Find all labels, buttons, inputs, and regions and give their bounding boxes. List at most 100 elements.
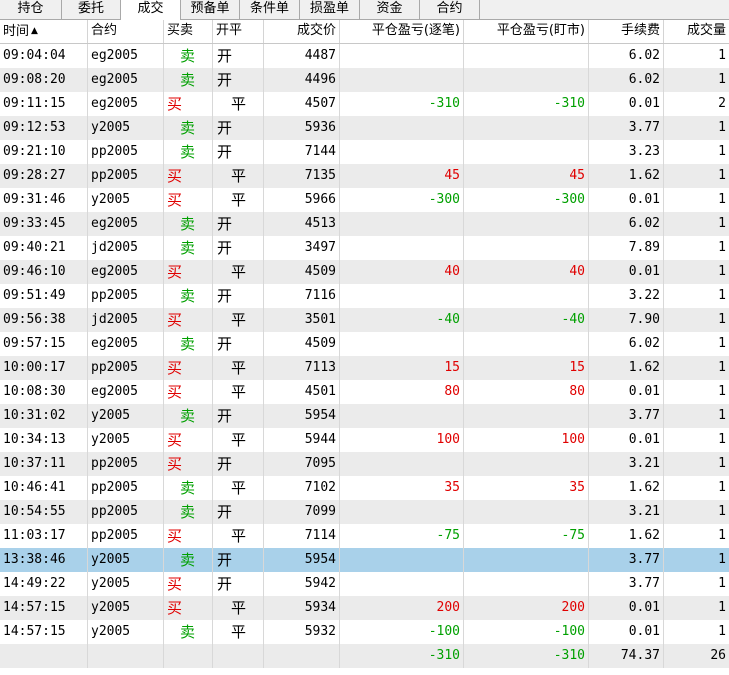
table-row[interactable]: 09:12:53 y2005 卖开 5936 3.77 1 — [0, 116, 729, 140]
table-row[interactable]: 10:31:02 y2005 卖开 5954 3.77 1 — [0, 404, 729, 428]
table-row[interactable]: 10:34:13 y2005 买平 5944 100 100 0.01 1 — [0, 428, 729, 452]
cell-volume: 1 — [718, 600, 726, 615]
cell-pnl-per-trade — [340, 44, 464, 68]
cell-price: 7114 — [264, 524, 340, 548]
cell-contract: y2005 — [88, 548, 164, 572]
cell-volume: 1 — [718, 264, 726, 279]
cell-time: 09:57:15 — [0, 332, 88, 356]
cell-side: 卖 — [164, 548, 213, 572]
cell-pnl-mark-to-market: -40 — [464, 308, 589, 332]
tab-4[interactable]: 条件单 — [240, 0, 300, 19]
column-header-contract[interactable]: 合约 — [88, 20, 164, 43]
cell-open-close: 开 — [213, 212, 264, 236]
total-row: -310 -310 74.37 26 — [0, 644, 729, 668]
cell-time: 09:08:20 — [0, 68, 88, 92]
cell-volume: 1 — [718, 168, 726, 183]
table-row[interactable]: 09:21:10 pp2005 卖开 7144 3.23 1 — [0, 140, 729, 164]
cell-price: 7113 — [264, 356, 340, 380]
cell-side: 卖 — [164, 44, 213, 68]
cell-contract: y2005 — [88, 116, 164, 140]
cell-pnl-per-trade — [340, 332, 464, 356]
tab-2[interactable]: 成交 — [121, 0, 181, 20]
cell-fee: 7.90 — [589, 308, 664, 332]
table-row[interactable]: 09:04:04 eg2005 卖开 4487 6.02 1 — [0, 44, 729, 68]
column-header-fee[interactable]: 手续费 — [589, 20, 664, 43]
cell-open-close: 平 — [213, 380, 264, 404]
table-row[interactable]: 09:08:20 eg2005 卖开 4496 6.02 1 — [0, 68, 729, 92]
cell-pnl-mark-to-market: 200 — [464, 596, 589, 620]
table-row[interactable]: 09:33:45 eg2005 卖开 4513 6.02 1 — [0, 212, 729, 236]
cell-volume: 1 — [718, 504, 726, 519]
cell-pnl-per-trade — [340, 452, 464, 476]
cell-side: 买 — [164, 428, 213, 452]
table-row[interactable]: 10:00:17 pp2005 买平 7113 15 15 1.62 1 — [0, 356, 729, 380]
tab-3[interactable]: 预备单 — [181, 0, 240, 19]
tab-6[interactable]: 资金 — [360, 0, 420, 19]
cell-time: 09:33:45 — [0, 212, 88, 236]
cell-price: 4513 — [264, 212, 340, 236]
cell-open-close: 平 — [213, 596, 264, 620]
column-header-time[interactable]: 时间 ▲ — [0, 20, 88, 43]
cell-open-close: 平 — [213, 164, 264, 188]
cell-contract: y2005 — [88, 620, 164, 644]
table-row[interactable]: 09:51:49 pp2005 卖开 7116 3.22 1 — [0, 284, 729, 308]
column-header-side[interactable]: 买卖 — [164, 20, 213, 43]
cell-volume: 1 — [718, 48, 726, 63]
cell-contract: y2005 — [88, 596, 164, 620]
cell-time: 11:03:17 — [0, 524, 88, 548]
table-row[interactable]: 14:49:22 y2005 买开 5942 3.77 1 — [0, 572, 729, 596]
table-row[interactable]: 09:40:21 jd2005 卖开 3497 7.89 1 — [0, 236, 729, 260]
table-row[interactable]: 09:46:10 eg2005 买平 4509 40 40 0.01 1 — [0, 260, 729, 284]
cell-volume: 1 — [718, 552, 726, 567]
cell-pnl-mark-to-market: -75 — [464, 524, 589, 548]
cell-side: 卖 — [164, 140, 213, 164]
table-row[interactable]: 10:54:55 pp2005 卖开 7099 3.21 1 — [0, 500, 729, 524]
cell-pnl-mark-to-market — [464, 404, 589, 428]
table-row[interactable]: 13:38:46 y2005 卖开 5954 3.77 1 — [0, 548, 729, 572]
cell-time: 10:37:11 — [0, 452, 88, 476]
table-row[interactable]: 09:11:15 eg2005 买平 4507 -310 -310 0.01 2 — [0, 92, 729, 116]
cell-contract: eg2005 — [88, 380, 164, 404]
table-row[interactable]: 09:57:15 eg2005 卖开 4509 6.02 1 — [0, 332, 729, 356]
table-row[interactable]: 10:37:11 pp2005 买开 7095 3.21 1 — [0, 452, 729, 476]
column-header-volume[interactable]: 成交量 — [664, 20, 729, 43]
table-row[interactable]: 11:03:17 pp2005 买平 7114 -75 -75 1.62 1 — [0, 524, 729, 548]
cell-pnl-mark-to-market — [464, 236, 589, 260]
cell-side: 买 — [164, 356, 213, 380]
tab-1[interactable]: 委托 — [62, 0, 121, 19]
cell-open-close: 开 — [213, 500, 264, 524]
cell-pnl-mark-to-market: -100 — [464, 620, 589, 644]
tab-5[interactable]: 损盈单 — [300, 0, 360, 19]
table-row[interactable]: 14:57:15 y2005 卖平 5932 -100 -100 0.01 1 — [0, 620, 729, 644]
table-row[interactable]: 10:46:41 pp2005 卖平 7102 35 35 1.62 1 — [0, 476, 729, 500]
cell-contract: eg2005 — [88, 68, 164, 92]
cell-volume: 1 — [718, 312, 726, 327]
table-row[interactable]: 09:31:46 y2005 买平 5966 -300 -300 0.01 1 — [0, 188, 729, 212]
cell-fee: 3.77 — [589, 404, 664, 428]
cell-time: 14:57:15 — [0, 596, 88, 620]
cell-open-close: 开 — [213, 452, 264, 476]
cell-pnl-per-trade — [340, 572, 464, 596]
table-row[interactable]: 14:57:15 y2005 买平 5934 200 200 0.01 1 — [0, 596, 729, 620]
cell-price: 5936 — [264, 116, 340, 140]
table-row[interactable]: 09:28:27 pp2005 买平 7135 45 45 1.62 1 — [0, 164, 729, 188]
table-row[interactable]: 09:56:38 jd2005 买平 3501 -40 -40 7.90 1 — [0, 308, 729, 332]
cell-fee: 6.02 — [589, 68, 664, 92]
column-header-pnl-per-trade[interactable]: 平仓盈亏(逐笔) — [340, 20, 464, 43]
column-header-pnl-mark-to-market[interactable]: 平仓盈亏(盯市) — [464, 20, 589, 43]
cell-volume: 2 — [718, 96, 726, 111]
cell-open-close: 开 — [213, 404, 264, 428]
cell-open-close: 平 — [213, 620, 264, 644]
cell-open-close: 开 — [213, 116, 264, 140]
table-row[interactable]: 10:08:30 eg2005 买平 4501 80 80 0.01 1 — [0, 380, 729, 404]
cell-price: 5944 — [264, 428, 340, 452]
column-header-price[interactable]: 成交价 — [264, 20, 340, 43]
cell-time: 09:28:27 — [0, 164, 88, 188]
cell-volume: 1 — [718, 360, 726, 375]
cell-fee: 3.21 — [589, 452, 664, 476]
tab-7[interactable]: 合约 — [420, 0, 480, 19]
tab-0[interactable]: 持仓 — [0, 0, 62, 19]
column-header-open-close[interactable]: 开平 — [213, 20, 264, 43]
cell-side: 买 — [164, 92, 213, 116]
sort-ascending-icon: ▲ — [31, 26, 38, 36]
